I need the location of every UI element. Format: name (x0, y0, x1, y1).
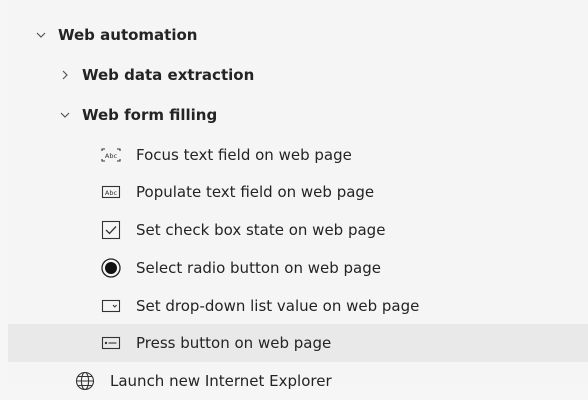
action-label: Press button on web page (136, 334, 332, 352)
action-label: Populate text field on web page (136, 183, 375, 201)
button-icon (100, 332, 122, 354)
action-label: Set check box state on web page (136, 221, 386, 239)
actions-tree-panel: Web automation Web data extraction Web f… (8, 0, 588, 391)
svg-text:Abc: Abc (105, 189, 118, 197)
action-press-button[interactable]: Press button on web page (8, 324, 588, 362)
action-label: Set drop-down list value on web page (136, 297, 420, 315)
populate-text-field-icon: Abc (100, 181, 122, 203)
action-focus-text-field[interactable]: Abc Focus text field on web page (8, 136, 588, 174)
tree-group-label: Web data extraction (82, 66, 255, 84)
action-populate-text-field[interactable]: Abc Populate text field on web page (8, 173, 588, 211)
radio-button-icon (100, 257, 122, 279)
chevron-right-icon[interactable] (58, 68, 72, 82)
dropdown-icon (100, 295, 122, 317)
action-label: Focus text field on web page (136, 146, 352, 164)
action-label: Select radio button on web page (136, 259, 381, 277)
chevron-down-icon[interactable] (58, 108, 72, 122)
svg-text:Abc: Abc (105, 152, 118, 160)
tree-group-label: Web form filling (82, 106, 218, 124)
action-set-checkbox-state[interactable]: Set check box state on web page (8, 211, 588, 249)
action-launch-internet-explorer[interactable]: Launch new Internet Explorer (8, 362, 588, 400)
action-label: Launch new Internet Explorer (110, 372, 332, 390)
tree-group-web-form-filling[interactable]: Web form filling (8, 96, 588, 134)
action-set-dropdown-value[interactable]: Set drop-down list value on web page (8, 287, 588, 325)
focus-text-field-icon: Abc (100, 144, 122, 166)
tree-group-web-data-extraction[interactable]: Web data extraction (8, 56, 588, 94)
chevron-down-icon[interactable] (34, 28, 48, 42)
globe-icon (74, 370, 96, 392)
tree-group-label: Web automation (58, 26, 198, 44)
checkbox-icon (100, 219, 122, 241)
tree-group-web-automation[interactable]: Web automation (8, 16, 588, 54)
action-select-radio-button[interactable]: Select radio button on web page (8, 249, 588, 287)
